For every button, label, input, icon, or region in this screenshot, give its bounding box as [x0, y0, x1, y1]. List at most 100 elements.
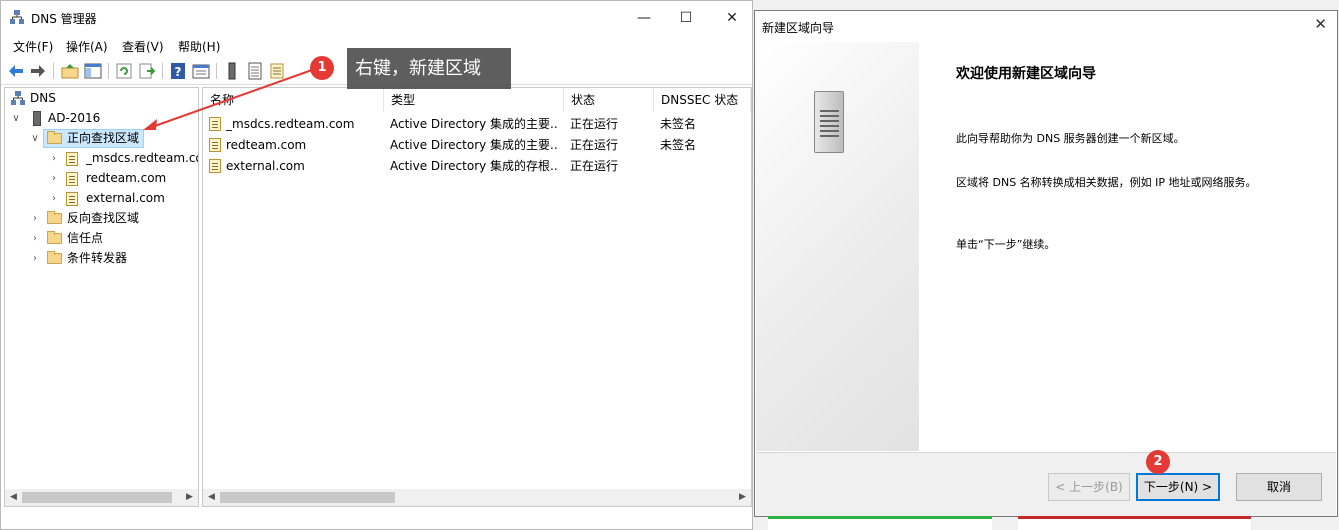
- zone-icon: [209, 117, 221, 131]
- close-icon[interactable]: ✕: [1314, 15, 1327, 33]
- wizard-paragraph-2: 区域将 DNS 名称转换成相关数据，例如 IP 地址或网络服务。: [956, 176, 1257, 189]
- export-list-icon[interactable]: [138, 62, 156, 80]
- dns-app-icon: [10, 10, 24, 24]
- dns-root-icon: [11, 91, 25, 105]
- background-panel-red: [1018, 516, 1251, 530]
- tree-node-server[interactable]: ∨ AD-2016: [9, 109, 189, 128]
- chevron-right-icon[interactable]: ›: [30, 249, 40, 268]
- wizard-paragraph-3: 单击“下一步”继续。: [956, 238, 1056, 251]
- close-button[interactable]: ✕: [717, 7, 747, 29]
- chevron-down-icon[interactable]: ∨: [11, 109, 21, 128]
- tree-label-conditional-forwarders: 条件转发器: [67, 251, 128, 265]
- cell-name: _msdcs.redteam.com: [226, 117, 355, 131]
- menu-help[interactable]: 帮助(H): [178, 38, 220, 55]
- cell-type: Active Directory 集成的主要...: [390, 117, 558, 131]
- server-tower-icon: [814, 91, 844, 153]
- callout-tooltip: 右键，新建区域: [347, 48, 511, 89]
- folder-icon: [47, 211, 62, 224]
- tree-node-zone-redteam[interactable]: › redteam.com: [47, 169, 197, 188]
- table-row[interactable]: _msdcs.redteam.com Active Directory 集成的主…: [203, 114, 751, 135]
- chevron-down-icon[interactable]: ∨: [30, 129, 40, 148]
- folder-icon: [47, 131, 62, 144]
- menu-file[interactable]: 文件(F): [13, 38, 53, 55]
- zone-icon: [66, 192, 78, 206]
- tree-horizontal-scrollbar[interactable]: ◀ ▶: [5, 489, 198, 506]
- wizard-heading: 欢迎使用新建区域向导: [956, 66, 1096, 82]
- menu-action[interactable]: 操作(A): [66, 38, 108, 55]
- zone-list-view[interactable]: 名称 类型 状态 DNSSEC 状态 _msdcs.redteam.com Ac…: [202, 87, 752, 507]
- tree-node-conditional-forwarders[interactable]: › 条件转发器: [28, 249, 178, 268]
- tree-label-zone: _msdcs.redteam.co: [86, 151, 199, 165]
- refresh-icon[interactable]: [115, 62, 133, 80]
- server-icon: [33, 111, 41, 126]
- step-badge-2: 2: [1146, 450, 1170, 474]
- menu-view[interactable]: 查看(V): [122, 38, 164, 55]
- show-hide-tree-icon[interactable]: [84, 62, 102, 80]
- help-icon[interactable]: ?: [169, 62, 187, 80]
- maximize-button[interactable]: ☐: [671, 7, 701, 29]
- cancel-button[interactable]: 取消: [1236, 473, 1322, 501]
- chevron-right-icon[interactable]: ›: [49, 169, 59, 188]
- cell-status: 正在运行: [570, 138, 619, 152]
- zone-icon: [66, 172, 78, 186]
- tree-node-dns[interactable]: DNS: [9, 89, 189, 108]
- column-header-dnssec[interactable]: DNSSEC 状态: [654, 88, 751, 112]
- record-list-icon[interactable]: [246, 62, 264, 80]
- tree-node-forward-zones[interactable]: ∨ 正向查找区域: [28, 129, 144, 148]
- tree-label-forward-zones: 正向查找区域: [67, 131, 140, 145]
- zone-icon: [209, 138, 221, 152]
- minimize-button[interactable]: —: [629, 7, 659, 29]
- step-badge-1: 1: [310, 56, 334, 80]
- column-header-name[interactable]: 名称: [203, 88, 384, 112]
- tree-label-server: AD-2016: [48, 111, 101, 125]
- chevron-right-icon[interactable]: ›: [30, 209, 40, 228]
- cell-type: Active Directory 集成的存根...: [390, 159, 558, 173]
- table-row[interactable]: redteam.com Active Directory 集成的主要... 正在…: [203, 135, 751, 156]
- folder-icon: [47, 251, 62, 264]
- tree-node-reverse-zones[interactable]: › 反向查找区域: [28, 209, 178, 228]
- folder-icon: [47, 231, 62, 244]
- svg-text:?: ?: [175, 65, 182, 79]
- title-bar: DNS 管理器 — ☐ ✕: [1, 1, 752, 34]
- back-button[interactable]: < 上一步(B): [1048, 473, 1130, 501]
- tree-label-trust-points: 信任点: [67, 231, 104, 245]
- column-header-type[interactable]: 类型: [384, 88, 564, 112]
- column-header-status[interactable]: 状态: [564, 88, 654, 112]
- tree-label-reverse-zones: 反向查找区域: [67, 211, 140, 225]
- tree-node-zone-msdcs[interactable]: › _msdcs.redteam.co: [47, 149, 199, 168]
- scroll-left-icon[interactable]: ◀: [203, 489, 220, 506]
- wizard-paragraph-1: 此向导帮助你为 DNS 服务器创建一个新区域。: [956, 132, 1185, 145]
- scroll-left-icon[interactable]: ◀: [5, 489, 22, 506]
- cell-status: 正在运行: [570, 117, 619, 131]
- cell-name: redteam.com: [226, 138, 307, 152]
- scrollbar-thumb[interactable]: [220, 492, 395, 503]
- new-zone-wizard-dialog: 新建区域向导 ✕ 欢迎使用新建区域向导 此向导帮助你为 DNS 服务器创建一个新…: [754, 10, 1338, 517]
- tree-node-trust-points[interactable]: › 信任点: [28, 229, 178, 248]
- properties-icon[interactable]: [192, 62, 210, 80]
- zone-icon: [66, 152, 78, 166]
- next-button[interactable]: 下一步(N) >: [1136, 473, 1220, 501]
- new-zone-icon[interactable]: [268, 62, 286, 80]
- chevron-right-icon[interactable]: ›: [49, 149, 59, 168]
- window-title: DNS 管理器: [31, 12, 97, 26]
- chevron-right-icon[interactable]: ›: [49, 189, 59, 208]
- up-folder-icon[interactable]: [61, 62, 79, 80]
- list-horizontal-scrollbar[interactable]: ◀ ▶: [203, 489, 751, 506]
- chevron-right-icon[interactable]: ›: [30, 229, 40, 248]
- cell-dnssec: 未签名: [660, 117, 697, 131]
- wizard-button-bar: < 上一步(B) 下一步(N) > 取消: [756, 452, 1336, 516]
- cell-name: external.com: [226, 159, 305, 173]
- scroll-right-icon[interactable]: ▶: [181, 489, 198, 506]
- console-tree[interactable]: DNS ∨ AD-2016 ∨ 正向查找区域 › _msdcs.redteam.…: [4, 87, 199, 507]
- server-icon[interactable]: [223, 62, 241, 80]
- table-row[interactable]: external.com Active Directory 集成的存根... 正…: [203, 156, 751, 177]
- tree-node-zone-external[interactable]: › external.com: [47, 189, 197, 208]
- back-arrow-icon[interactable]: [7, 62, 25, 80]
- scrollbar-thumb[interactable]: [22, 492, 172, 503]
- wizard-side-graphic: [756, 42, 919, 451]
- forward-arrow-icon[interactable]: [29, 62, 47, 80]
- cell-status: 正在运行: [570, 159, 619, 173]
- scroll-right-icon[interactable]: ▶: [734, 489, 751, 506]
- tree-label-zone: redteam.com: [86, 171, 167, 185]
- tree-label-zone: external.com: [86, 191, 165, 205]
